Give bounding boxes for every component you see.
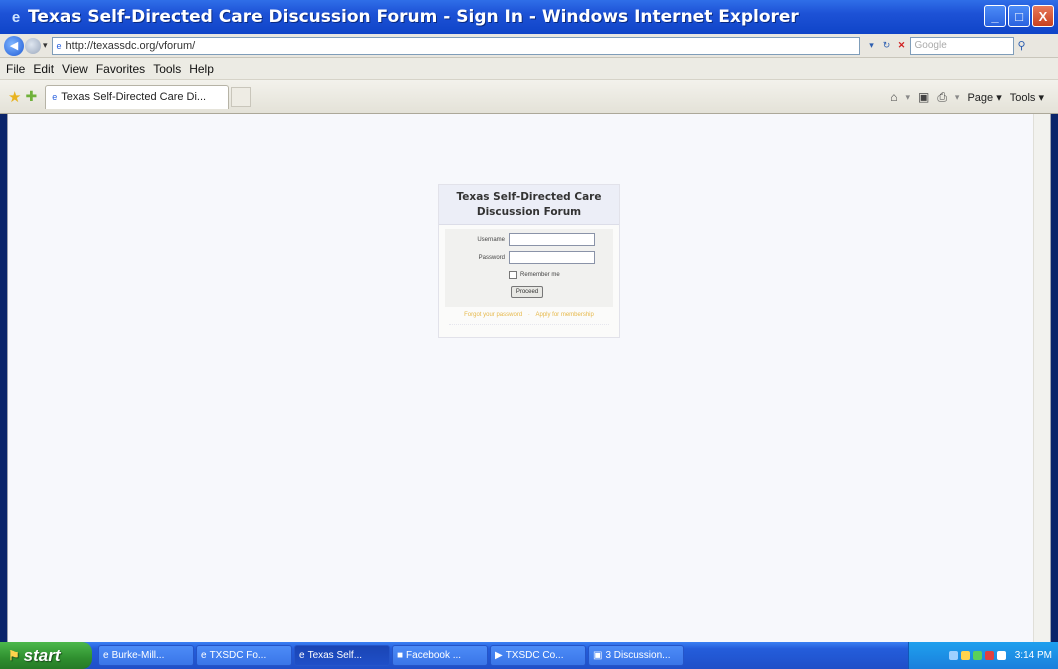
password-input[interactable] [509,251,595,264]
menu-bar: File Edit View Favorites Tools Help [0,58,1058,80]
address-bar: ◀ ▾ e http://texassdc.org/vforum/ ▾ ↻ ✕ … [0,34,1058,58]
task-button[interactable]: e Burke-Mill... [98,645,194,666]
link-separator: · [527,312,530,318]
window-title: Texas Self-Directed Care Discussion Foru… [28,7,799,27]
menu-view[interactable]: View [62,62,88,76]
task-label: TXSDC Fo... [209,650,267,661]
folder-task-icon: ▶ [495,650,503,661]
page-icon: e [56,40,62,51]
feeds-icon[interactable]: ▣ [918,90,929,104]
window-title-bar[interactable]: e Texas Self-Directed Care Discussion Fo… [0,0,1058,34]
login-title-line1: Texas Self-Directed Care [456,191,602,203]
apply-membership-link[interactable]: Apply for membership [536,312,594,318]
menu-file[interactable]: File [6,62,25,76]
menu-help[interactable]: Help [189,62,214,76]
login-panel: Texas Self-Directed Care Discussion Foru… [438,184,620,338]
taskbar: ⚑ start e Burke-Mill... e TXSDC Fo... e Tex… [0,642,1058,669]
username-input[interactable] [509,233,595,246]
search-icon[interactable]: ⚲ [1018,39,1026,52]
print-icon[interactable]: ⎙ [937,90,947,105]
new-tab-button[interactable] [231,86,252,107]
search-placeholder: Google [914,40,947,51]
task-label: Texas Self... [307,650,363,661]
task-label: Burke-Mill... [111,650,165,661]
ie-task-icon: e [201,650,207,661]
username-row: Username [445,233,613,246]
network-tray-icon[interactable] [948,651,958,660]
forward-button[interactable] [25,37,41,54]
remember-checkbox[interactable] [509,271,517,279]
antivirus-tray-icon[interactable] [984,651,994,660]
facebook-task-icon: ■ [397,650,404,661]
page-content: Texas Self-Directed Care Discussion Foru… [7,114,1051,642]
minimize-button[interactable]: _ [984,5,1006,27]
page-scrollbar[interactable] [1033,114,1050,642]
security-tray-icon[interactable] [972,651,982,660]
close-button[interactable]: X [1032,5,1054,27]
tab-page-icon: e [52,92,58,102]
task-button-active[interactable]: e Texas Self... [294,645,390,666]
home-dropdown-icon[interactable]: ▾ [905,92,910,103]
command-bar: ⌂ ▾ ▣ ⎙ ▾ Page ▾ Tools ▾ [890,80,1044,114]
update-tray-icon[interactable] [996,651,1006,660]
menu-tools[interactable]: Tools [153,62,181,76]
menu-favorites[interactable]: Favorites [96,62,145,76]
ie-logo-icon: e [11,8,21,26]
url-input[interactable]: e http://texassdc.org/vforum/ [51,36,860,55]
ie-task-icon: e [103,650,109,661]
task-label: Facebook ... [406,650,462,661]
windows-flag-icon: ⚑ [8,647,20,663]
menu-edit[interactable]: Edit [33,62,54,76]
home-icon[interactable]: ⌂ [890,90,897,104]
login-header: Texas Self-Directed Care Discussion Foru… [439,185,619,225]
proceed-button[interactable]: Proceed [511,286,543,298]
url-text: http://texassdc.org/vforum/ [65,39,196,52]
forgot-password-link[interactable]: Forgot your password [464,312,522,318]
add-favorite-icon[interactable]: ✚ [25,88,37,105]
refresh-icon[interactable]: ↻ [881,40,893,52]
window-controls: _ □ X [984,5,1054,27]
system-tray: 3:14 PM [908,642,1058,669]
back-button[interactable]: ◀ [4,35,24,56]
task-button[interactable]: ▶ TXSDC Co... [490,645,586,666]
remember-label: Remember me [520,272,560,278]
address-dropdown-icon[interactable]: ▾ [866,40,878,52]
maximize-button[interactable]: □ [1008,5,1030,27]
search-input[interactable]: Google [909,36,1014,55]
task-button[interactable]: ▣ 3 Discussion... [588,645,684,666]
login-footer-divider [449,324,609,330]
tab-active[interactable]: e Texas Self-Directed Care Di... [45,84,230,109]
task-label: TXSDC Co... [505,650,564,661]
history-dropdown-icon[interactable]: ▾ [43,40,48,51]
login-title-line2: Discussion Forum [476,206,582,218]
address-tools: ▾ ↻ ✕ [866,40,908,52]
tools-menu[interactable]: Tools ▾ [1010,91,1044,104]
clock: 3:14 PM [1014,650,1052,661]
favorites-star-icon[interactable]: ★ [8,88,21,106]
task-button[interactable]: e TXSDC Fo... [196,645,292,666]
ie-task-icon: e [299,650,305,661]
task-button[interactable]: ■ Facebook ... [392,645,488,666]
password-row: Password [445,251,613,264]
password-label: Password [478,254,505,261]
tab-bar: ★ ✚ e Texas Self-Directed Care Di... ⌂ ▾… [0,80,1058,114]
login-form: Username Password Remember me Proceed [445,229,613,307]
task-label: 3 Discussion... [605,650,671,661]
start-label: start [23,645,61,665]
username-label: Username [477,236,505,243]
stop-icon[interactable]: ✕ [896,40,908,52]
login-links: Forgot your password · Apply for members… [439,312,619,318]
page-menu[interactable]: Page ▾ [967,91,1001,104]
speaker-tray-icon[interactable] [960,651,970,660]
tab-label: Texas Self-Directed Care Di... [61,91,207,103]
start-button[interactable]: ⚑ start [0,642,92,669]
task-list: e Burke-Mill... e TXSDC Fo... e Texas Self.… [98,645,684,666]
print-dropdown-icon[interactable]: ▾ [955,92,960,103]
group-task-icon: ▣ [593,650,603,661]
remember-row: Remember me [509,271,560,279]
